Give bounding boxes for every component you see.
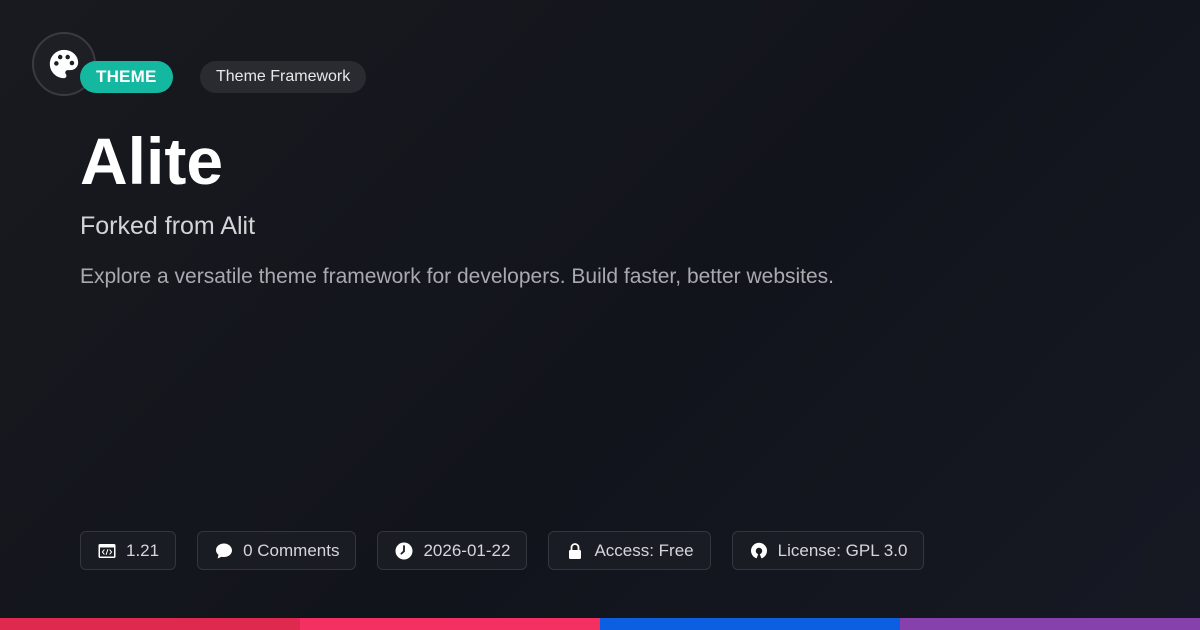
speech-bubble-icon (216, 543, 233, 558)
clock-icon (395, 542, 413, 559)
accent-bar-purple (900, 618, 1200, 630)
type-badge: THEME (80, 61, 173, 93)
access-label: Access: Free (594, 540, 694, 560)
date-label: 2026-01-22 (423, 540, 511, 560)
comments-label: 0 Comments (243, 540, 340, 560)
category-badge[interactable]: Theme Framework (200, 61, 367, 93)
accent-bar (0, 618, 1200, 630)
palette-icon (49, 49, 79, 79)
access-badge: Access: Free (548, 531, 711, 570)
page-title: Alite (80, 124, 224, 198)
accent-bar-blue (600, 618, 900, 630)
accent-bar-red (0, 618, 300, 630)
accent-bar-pink (300, 618, 600, 630)
license-badge: License: GPL 3.0 (731, 531, 925, 570)
date-badge: 2026-01-22 (377, 531, 528, 570)
version-label: 1.21 (126, 540, 160, 560)
meta-row: 1.21 0 Comments 2026-01-22 Access: Free … (80, 531, 925, 570)
page-subtitle: Forked from Alit (80, 212, 256, 240)
page-description: Explore a versatile theme framework for … (80, 265, 835, 288)
code-window-icon (98, 543, 116, 558)
open-source-icon (750, 542, 767, 558)
lock-icon (569, 542, 582, 559)
version-badge: 1.21 (80, 531, 177, 570)
license-label: License: GPL 3.0 (777, 540, 908, 560)
comments-badge[interactable]: 0 Comments (197, 531, 357, 570)
